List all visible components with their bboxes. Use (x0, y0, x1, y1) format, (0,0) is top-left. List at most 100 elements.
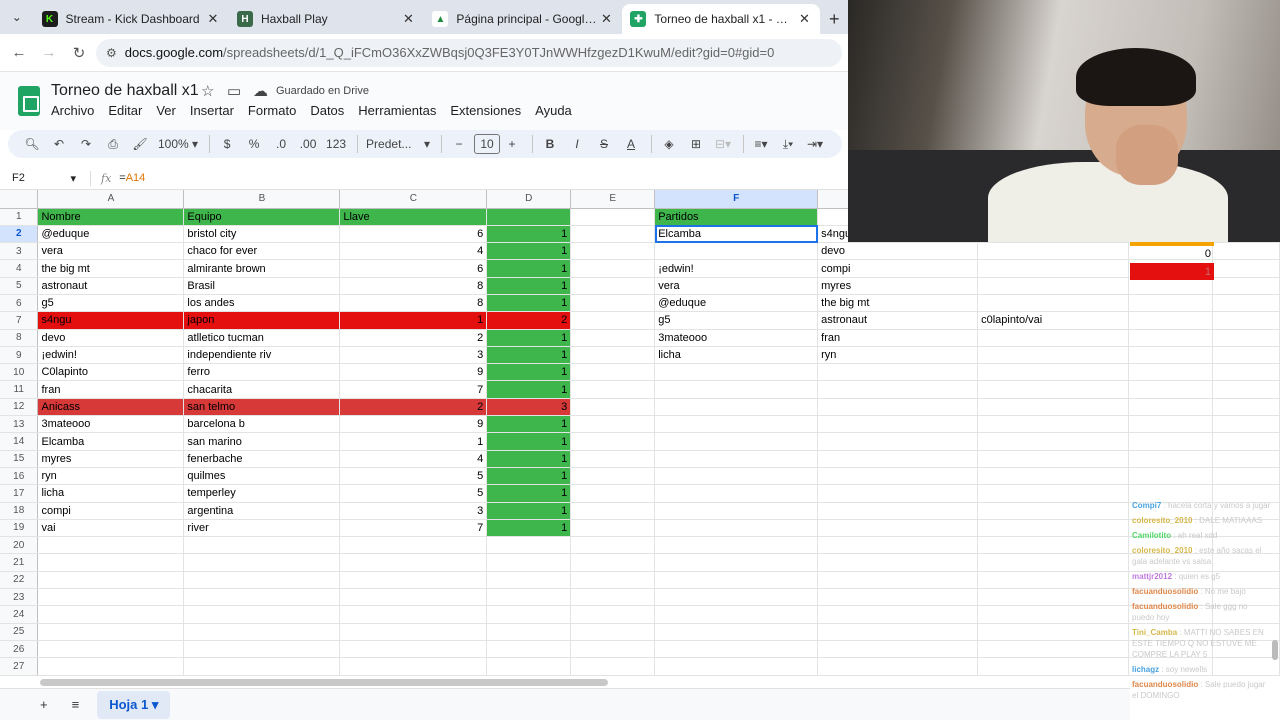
cell-e26[interactable] (570, 640, 656, 659)
cell-a8[interactable]: devo (37, 329, 185, 347)
cell-e2[interactable] (570, 225, 656, 244)
cell-h9[interactable] (977, 346, 1130, 365)
cell-g25[interactable] (817, 623, 979, 641)
cell-e4[interactable] (570, 259, 656, 278)
cell-a10[interactable]: C0lapinto (37, 363, 185, 382)
cell-i16[interactable] (1128, 467, 1213, 486)
vertical-align-icon[interactable]: ⤓▾ (776, 133, 800, 155)
select-all-corner[interactable] (0, 190, 39, 209)
cell-i9[interactable] (1128, 346, 1213, 365)
cell-f15[interactable] (654, 450, 819, 468)
cell-c2[interactable]: 6 (339, 225, 488, 244)
cell-d24[interactable] (486, 605, 572, 624)
cell-b17[interactable]: temperley (183, 484, 341, 503)
cell-a5[interactable]: astronaut (37, 277, 185, 295)
cell-d19[interactable]: 1 (486, 519, 572, 538)
cell-c13[interactable]: 9 (339, 415, 488, 434)
cell-d2[interactable]: 1 (486, 225, 572, 244)
cell-d7[interactable]: 2 (486, 311, 572, 330)
percent-format-button[interactable]: % (242, 133, 266, 155)
row-header[interactable]: 6 (0, 294, 39, 313)
menu-editar[interactable]: Editar (108, 103, 142, 118)
row-header[interactable]: 7 (0, 311, 39, 330)
document-title[interactable]: Torneo de haxball x1 (51, 82, 199, 100)
cell-d14[interactable]: 1 (486, 432, 572, 451)
cell-h13[interactable] (977, 415, 1130, 434)
cell-c9[interactable]: 3 (339, 346, 488, 365)
more-formats-button[interactable]: 123 (323, 133, 349, 155)
site-info-icon[interactable]: ⚙ (106, 46, 117, 60)
cell-h7[interactable]: c0lapinto/vai (977, 311, 1130, 330)
row-header[interactable]: 26 (0, 640, 39, 659)
cell-f5[interactable]: vera (654, 277, 819, 295)
cell-e23[interactable] (570, 588, 656, 607)
cell-g16[interactable] (817, 467, 979, 486)
cell-b15[interactable]: fenerbache (183, 450, 341, 468)
formula-input[interactable]: =A14 (119, 172, 145, 184)
cell-g9[interactable]: ryn (817, 346, 979, 365)
cell-e11[interactable] (570, 380, 656, 399)
cell-h12[interactable] (977, 398, 1130, 417)
column-header[interactable]: C (339, 190, 488, 209)
cell-c12[interactable]: 2 (339, 398, 488, 417)
sheets-logo-icon[interactable] (18, 86, 40, 116)
cell-d8[interactable]: 1 (486, 329, 572, 347)
cell-g27[interactable] (817, 657, 979, 676)
cell-f12[interactable] (654, 398, 819, 417)
cell-a17[interactable]: licha (37, 484, 185, 503)
sheet-tab-hoja-1[interactable]: Hoja 1 ▾ (97, 690, 171, 719)
cell-a7[interactable]: s4ngu (37, 311, 185, 330)
bold-button[interactable]: B (538, 133, 562, 155)
cell-e3[interactable] (570, 242, 656, 261)
cell-e18[interactable] (570, 502, 656, 520)
cell-d22[interactable] (486, 571, 572, 590)
row-header[interactable]: 5 (0, 277, 39, 295)
cell-e13[interactable] (570, 415, 656, 434)
cell-h21[interactable] (977, 553, 1130, 572)
font-select[interactable]: Predet... ▾ (363, 133, 433, 155)
chat-username[interactable]: Compi7 (1132, 501, 1161, 510)
cell-h16[interactable] (977, 467, 1130, 486)
cell-g26[interactable] (817, 640, 979, 659)
reload-icon[interactable]: ↻ (66, 40, 92, 66)
cell-b20[interactable] (183, 536, 341, 555)
cell-h20[interactable] (977, 536, 1130, 555)
strikethrough-button[interactable]: S (592, 133, 616, 155)
cell-b18[interactable]: argentina (183, 502, 341, 520)
cloud-saved-icon[interactable]: ☁ (253, 82, 268, 100)
cell-f21[interactable] (654, 553, 819, 572)
far-right-cell[interactable]: 0 (1130, 245, 1214, 262)
cell-j7[interactable] (1212, 311, 1280, 330)
cell-b7[interactable]: japon (183, 311, 341, 330)
chat-username[interactable]: facuanduosolidio (1132, 602, 1198, 611)
cell-b8[interactable]: atlletico tucman (183, 329, 341, 347)
url-field[interactable]: ⚙ docs.google.com/spreadsheets/d/1_Q_iFC… (96, 38, 842, 67)
cell-h25[interactable] (977, 623, 1130, 641)
cell-d1[interactable] (486, 208, 572, 226)
cell-g18[interactable] (817, 502, 979, 520)
cell-d5[interactable]: 1 (486, 277, 572, 295)
cell-j5[interactable] (1212, 277, 1280, 295)
menu-herramientas[interactable]: Herramientas (358, 103, 436, 118)
fill-color-icon[interactable]: ◈ (657, 133, 681, 155)
cell-g24[interactable] (817, 605, 979, 624)
cell-e15[interactable] (570, 450, 656, 468)
cell-a11[interactable]: fran (37, 380, 185, 399)
cell-e1[interactable] (570, 208, 656, 226)
row-header[interactable]: 1 (0, 208, 39, 226)
cell-f25[interactable] (654, 623, 819, 641)
row-header[interactable]: 27 (0, 657, 39, 676)
cell-g22[interactable] (817, 571, 979, 590)
cell-b6[interactable]: los andes (183, 294, 341, 313)
cell-b27[interactable] (183, 657, 341, 676)
cell-c11[interactable]: 7 (339, 380, 488, 399)
zoom-select[interactable]: 100% ▾ (155, 133, 201, 155)
row-header[interactable]: 13 (0, 415, 39, 434)
cell-a16[interactable]: ryn (37, 467, 185, 486)
cell-e14[interactable] (570, 432, 656, 451)
cell-h8[interactable] (977, 329, 1130, 347)
cell-c25[interactable] (339, 623, 488, 641)
cell-a9[interactable]: ¡edwin! (37, 346, 185, 365)
cell-j4[interactable] (1212, 259, 1280, 278)
cell-f24[interactable] (654, 605, 819, 624)
